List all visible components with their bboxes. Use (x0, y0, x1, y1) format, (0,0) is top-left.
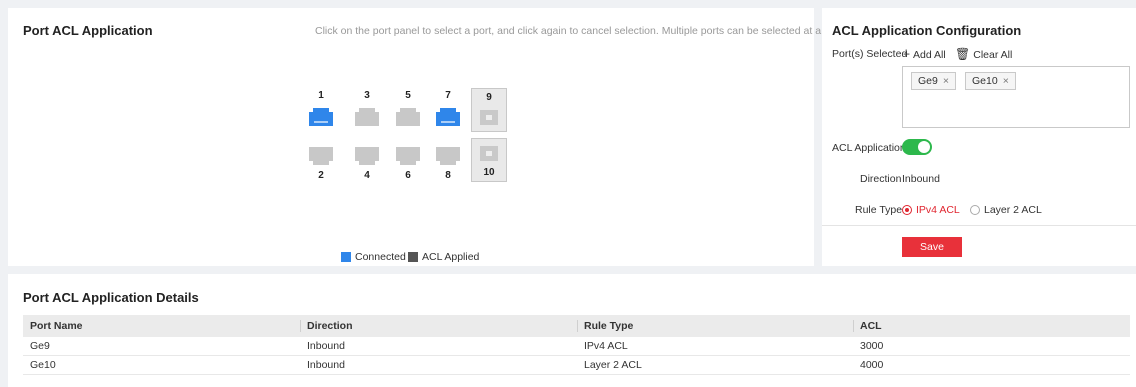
legend-connected-label: Connected (355, 251, 406, 263)
port-8[interactable]: 8 (433, 147, 463, 187)
cell-direction: Inbound (307, 359, 345, 371)
legend-acl-applied-label: ACL Applied (422, 251, 480, 263)
clear-all-label: Clear All (973, 49, 1013, 61)
rj45-port-icon (436, 147, 460, 165)
port-number: 9 (486, 92, 492, 103)
cell-rule-type: IPv4 ACL (584, 340, 628, 352)
direction-value: Inbound (902, 173, 940, 185)
connected-swatch-icon (341, 252, 351, 262)
direction-label: Direction (860, 173, 902, 185)
cell-rule-type: Layer 2 ACL (584, 359, 642, 371)
tag-label: Ge10 (972, 75, 998, 87)
port-3[interactable]: 3 (352, 90, 382, 130)
config-title: ACL Application Configuration (832, 23, 1022, 38)
rj45-port-icon (436, 108, 460, 126)
divider (822, 225, 1136, 226)
acl-applied-swatch-icon (408, 252, 418, 262)
port-panel-title: Port ACL Application (23, 23, 153, 38)
cell-port-name: Ge9 (30, 340, 50, 352)
remove-tag-icon[interactable]: × (1003, 75, 1009, 87)
table-row[interactable]: Ge9 Inbound IPv4 ACL 3000 (23, 337, 1130, 356)
port-number: 2 (318, 170, 324, 181)
column-header: Port Name (30, 320, 83, 332)
port-number: 7 (445, 90, 451, 101)
add-all-label: Add All (913, 49, 946, 61)
port-number: 3 (364, 90, 370, 101)
radio-label: IPv4 ACL (916, 204, 960, 216)
clear-all-button[interactable]: 🗑︎ Clear All (955, 47, 1012, 61)
port-panel-hint: Click on the port panel to select a port… (315, 25, 847, 37)
table-row[interactable]: Ge10 Inbound Layer 2 ACL 4000 (23, 356, 1130, 375)
port-9[interactable]: 9 (471, 88, 507, 132)
legend-acl-applied: ACL Applied (408, 251, 479, 263)
trash-icon: 🗑︎ (955, 47, 971, 61)
port-7[interactable]: 7 (433, 90, 463, 130)
port-acl-application-panel: Port ACL Application Click on the port p… (8, 8, 847, 266)
acl-application-label: ACL Application (832, 142, 906, 154)
port-6[interactable]: 6 (393, 147, 423, 187)
acl-application-configuration-panel: ACL Application Configuration Port(s) Se… (822, 8, 1136, 266)
column-header: ACL (853, 315, 1130, 337)
tag-label: Ge9 (918, 75, 938, 87)
port-number: 1 (318, 90, 324, 101)
cell-acl: 4000 (860, 359, 884, 371)
selected-port-tag: Ge9 × (911, 72, 956, 90)
rj45-port-icon (396, 108, 420, 126)
rj45-port-icon (355, 108, 379, 126)
add-all-button[interactable]: + Add All (903, 47, 946, 61)
rj45-port-icon (309, 147, 333, 165)
ports-selected-label: Port(s) Selected (832, 48, 908, 60)
radio-unchecked-icon (970, 205, 980, 215)
port-number: 5 (405, 90, 411, 101)
port-5[interactable]: 5 (393, 90, 423, 130)
port-number: 4 (364, 170, 370, 181)
details-table: Port Name Direction Rule Type ACL Ge9 In… (23, 315, 1130, 375)
rj45-port-icon (396, 147, 420, 165)
radio-checked-icon (902, 205, 912, 215)
selected-port-tag: Ge10 × (965, 72, 1016, 90)
cell-direction: Inbound (307, 340, 345, 352)
legend-connected: Connected (341, 251, 406, 263)
sfp-port-icon (480, 146, 498, 161)
rule-type-ipv4-radio[interactable]: IPv4 ACL (902, 204, 960, 216)
port-1[interactable]: 1 (306, 90, 336, 130)
selected-ports-box[interactable]: Ge9 × Ge10 × (902, 66, 1130, 128)
acl-application-toggle[interactable] (902, 139, 932, 155)
port-number: 8 (445, 170, 451, 181)
column-header: Rule Type (577, 315, 853, 337)
rule-type-layer2-radio[interactable]: Layer 2 ACL (970, 204, 1042, 216)
port-acl-application-details-panel: Port ACL Application Details Port Name D… (8, 274, 1136, 387)
plus-icon: + (903, 47, 911, 61)
cell-acl: 3000 (860, 340, 884, 352)
sfp-port-icon (480, 110, 498, 125)
port-4[interactable]: 4 (352, 147, 382, 187)
table-header: Port Name Direction Rule Type ACL (23, 315, 1130, 337)
cell-port-name: Ge10 (30, 359, 56, 371)
rj45-port-icon (355, 147, 379, 165)
port-10[interactable]: 10 (471, 138, 507, 182)
save-button[interactable]: Save (902, 237, 962, 257)
details-title: Port ACL Application Details (23, 290, 199, 305)
column-header: Direction (300, 315, 577, 337)
port-number: 6 (405, 170, 411, 181)
port-2[interactable]: 2 (306, 147, 336, 187)
rj45-port-icon (309, 108, 333, 126)
port-number: 10 (483, 167, 495, 178)
radio-label: Layer 2 ACL (984, 204, 1042, 216)
remove-tag-icon[interactable]: × (943, 75, 949, 87)
rule-type-label: Rule Type (855, 204, 903, 216)
